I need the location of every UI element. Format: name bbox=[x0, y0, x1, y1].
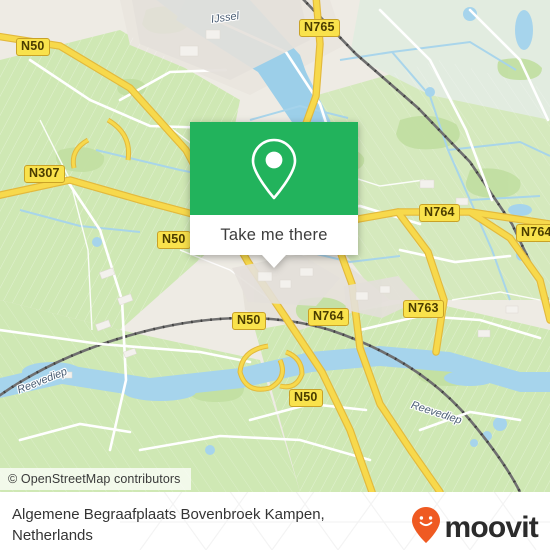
road-shield-n50-3: N50 bbox=[232, 312, 266, 330]
location-popup[interactable]: Take me there bbox=[190, 122, 358, 268]
road-shield-n764-1: N764 bbox=[419, 204, 460, 222]
road-shield-n763: N763 bbox=[403, 300, 444, 318]
road-shield-n50-2: N50 bbox=[157, 231, 191, 249]
popup-tail bbox=[262, 255, 286, 268]
take-me-there-button[interactable]: Take me there bbox=[190, 215, 358, 255]
moovit-wordmark: moovit bbox=[444, 510, 538, 544]
road-shield-n765: N765 bbox=[299, 19, 340, 37]
map-pin-icon bbox=[248, 136, 300, 202]
road-shield-n50-4: N50 bbox=[289, 389, 323, 407]
moovit-logo[interactable]: moovit bbox=[411, 506, 539, 549]
moovit-smiley-pin-icon bbox=[411, 506, 441, 549]
road-shield-n307: N307 bbox=[24, 165, 65, 183]
popup-header bbox=[190, 122, 358, 215]
footer-bar: Algemene Begraafplaats Bovenbroek Kampen… bbox=[0, 492, 550, 550]
road-shield-n764-3: N764 bbox=[308, 308, 349, 326]
map-canvas[interactable]: N50 N765 N307 N50 N764 N764 N50 N764 N76… bbox=[0, 0, 550, 492]
location-title: Algemene Begraafplaats Bovenbroek Kampen… bbox=[12, 506, 325, 544]
road-shield-n50-1: N50 bbox=[16, 38, 50, 56]
road-shield-n764-2: N764 bbox=[516, 224, 550, 242]
map-attribution[interactable]: © OpenStreetMap contributors bbox=[0, 468, 191, 490]
map-screenshot: N50 N765 N307 N50 N764 N764 N50 N764 N76… bbox=[0, 0, 550, 550]
